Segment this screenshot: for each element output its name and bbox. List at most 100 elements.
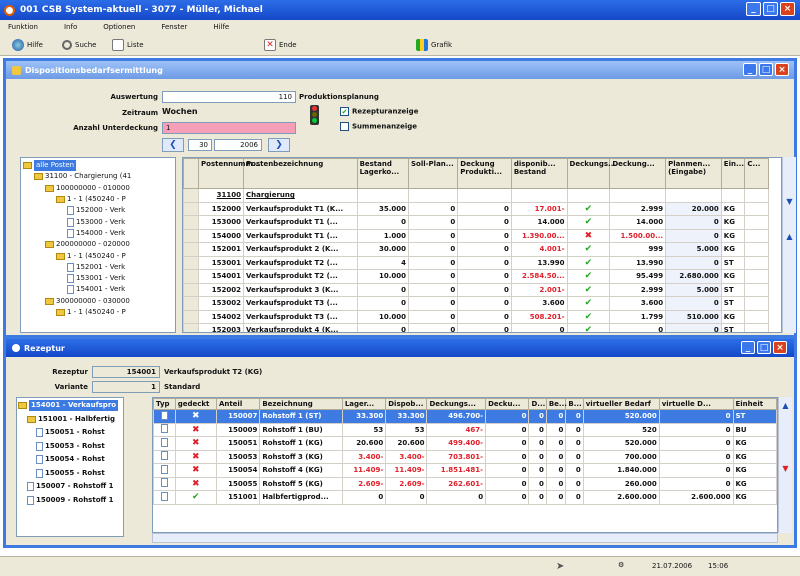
tree-node[interactable]: 150055 - Rohst xyxy=(18,467,122,481)
column-header[interactable]: Soll-Plan... xyxy=(407,158,459,189)
table-row[interactable]: 154001 Verkaufsprodukt T2 (... 10.000 0 0 2.5… xyxy=(183,269,769,284)
summenanzeige-option[interactable]: Summenanzeige xyxy=(340,122,417,131)
rezeptur-hscrollbar[interactable] xyxy=(152,533,778,543)
table-row[interactable]: 152002 Verkaufsprodukt 3 (K... 0 0 0 2.001- ✔ 2… xyxy=(183,282,769,297)
tree-node[interactable]: 154001 - Verkaufspro xyxy=(18,399,122,413)
column-header[interactable]: Ein... xyxy=(720,158,746,189)
panel-minimize-button[interactable]: _ xyxy=(743,63,757,76)
exit-button[interactable]: ✕ Ende xyxy=(264,38,297,51)
tree-node[interactable]: 150009 - Rohstoff 1 xyxy=(18,494,122,508)
column-header[interactable]: virtueller Bedarf xyxy=(582,398,660,410)
cell-plan-input[interactable]: 0 xyxy=(665,215,722,230)
panel-maximize-button[interactable]: □ xyxy=(759,63,773,76)
next-week-button[interactable]: ❯ xyxy=(268,138,290,152)
column-header[interactable]: gedeckt xyxy=(174,398,217,410)
tree-node[interactable]: 1 - 1 (450240 - P xyxy=(23,307,173,318)
table-row[interactable]: 154000 Verkaufsprodukt T1 (... 1.000 0 0 1.39… xyxy=(183,228,769,243)
row-header[interactable] xyxy=(183,269,199,284)
tree-node[interactable]: 152000 - Verk xyxy=(23,205,173,216)
column-header[interactable]: Deckungs... xyxy=(566,158,616,189)
menu-item[interactable]: Hilfe xyxy=(213,23,229,31)
tree-node[interactable]: 100000000 - 010000 xyxy=(23,183,173,194)
year-input[interactable]: 2006 xyxy=(214,139,262,151)
close-button[interactable]: × xyxy=(780,2,795,16)
column-header[interactable]: B... xyxy=(565,398,584,410)
table-row[interactable]: ✖ 150051 Rohstoff 1 (KG) 20.600 20.600 499.40… xyxy=(153,436,777,451)
column-header[interactable]: Be... xyxy=(545,398,567,410)
row-header[interactable] xyxy=(183,255,199,270)
maximize-button[interactable]: □ xyxy=(763,2,778,16)
column-header[interactable]: disponib... Bestand xyxy=(510,158,568,189)
posten-scrollbar[interactable]: ▼ ▲ xyxy=(782,157,796,333)
row-header[interactable] xyxy=(183,296,199,311)
row-header[interactable] xyxy=(183,228,199,243)
auswertung-input[interactable]: 110 xyxy=(162,91,296,103)
menu-item[interactable]: Info xyxy=(64,23,77,31)
rezeptur-grid[interactable]: Typ gedeckt Anteil Bezeichnung Lager... Dispo… xyxy=(152,397,778,533)
cell-plan-input[interactable]: 0 xyxy=(665,296,722,311)
posten-grid[interactable]: Postennumm... Postenbezeichnung Bestand La… xyxy=(182,157,782,333)
menu-item[interactable]: Fenster xyxy=(161,23,187,31)
table-row[interactable]: ✖ 150009 Rohstoff 1 (BU) 53 53 467- 0 0 0 0 520 0 BU xyxy=(153,422,777,437)
tree-node[interactable]: 150054 - Rohst xyxy=(18,453,122,467)
column-header[interactable]: Typ xyxy=(153,398,176,410)
tree-node[interactable]: 152001 - Verk xyxy=(23,262,173,273)
tree-node[interactable]: 153001 - Verk xyxy=(23,273,173,284)
column-header[interactable]: Anteil xyxy=(215,398,261,410)
table-row[interactable]: ✖ 150055 Rohstoff 5 (KG) 2.609- 2.609- 262.60… xyxy=(153,476,777,491)
table-row[interactable]: 154002 Verkaufsprodukt T3 (... 10.000 0 0 508… xyxy=(183,309,769,324)
cell-plan-input[interactable]: 0 xyxy=(665,255,722,270)
rezepturanzeige-option[interactable]: ✔ Rezepturanzeige xyxy=(340,107,418,116)
table-row[interactable]: ✔ 151001 Halbfertigprod... 0 0 0 0 0 0 0 2.600.000… xyxy=(153,490,777,505)
cell-plan-input[interactable]: 510.000 xyxy=(665,309,722,324)
tree-node[interactable]: 150051 - Rohst xyxy=(18,426,122,440)
rezeptur-scroll-top-icon[interactable]: ▲ xyxy=(779,401,792,410)
column-header[interactable]: Planmen... (Eingabe) xyxy=(665,158,722,189)
row-header[interactable] xyxy=(183,323,199,332)
week-input[interactable]: 30 xyxy=(188,139,212,151)
table-row[interactable]: ✖ 150053 Rohstoff 3 (KG) 3.400- 3.400- 703.80… xyxy=(153,449,777,464)
column-header[interactable]: C... xyxy=(744,158,769,189)
row-header[interactable] xyxy=(183,282,199,297)
rezeptur-scrollbar[interactable]: ▲ ▼ xyxy=(778,397,792,533)
tree-node[interactable]: 153000 - Verk xyxy=(23,216,173,227)
tree-node[interactable]: 154000 - Verk xyxy=(23,228,173,239)
table-row[interactable]: ✖ 150054 Rohstoff 4 (KG) 11.409- 11.409- 1.85… xyxy=(153,463,777,478)
rezeptur-minimize-button[interactable]: _ xyxy=(741,341,755,354)
rezeptur-input[interactable]: 154001 xyxy=(92,366,160,378)
column-header[interactable]: Dispob... xyxy=(385,398,428,410)
tree-node[interactable]: 151001 - Halbfertig xyxy=(18,413,122,427)
tree-node[interactable]: 200000000 - 020000 xyxy=(23,239,173,250)
column-header[interactable]: Bestand Lagerko... xyxy=(356,158,409,189)
tree-node[interactable]: 154001 - Verk xyxy=(23,284,173,295)
column-header[interactable]: Deckungs... xyxy=(426,398,487,410)
cell-plan-input[interactable]: 5.000 xyxy=(665,242,722,257)
table-row[interactable]: 153000 Verkaufsprodukt T1 (... 0 0 0 14.000 ✔ 1… xyxy=(183,215,769,230)
cell-plan-input[interactable]: 5.000 xyxy=(665,282,722,297)
tree-node[interactable]: 1 - 1 (450240 - P xyxy=(23,194,173,205)
posten-tree[interactable]: alle Posten 31100 - Chargierung (41 100000… xyxy=(20,157,176,333)
menu-item[interactable]: Optionen xyxy=(103,23,135,31)
table-row[interactable]: 152001 Verkaufsprodukt 2 (K... 30.000 0 0 4.0… xyxy=(183,242,769,257)
rezeptur-maximize-button[interactable]: □ xyxy=(757,341,771,354)
list-button[interactable]: Liste xyxy=(112,38,144,51)
scroll-down-icon[interactable]: ▼ xyxy=(783,197,796,206)
column-header[interactable]: Postennumm... xyxy=(198,158,261,189)
menu-item[interactable]: Funktion xyxy=(8,23,38,31)
column-header[interactable]: Deckung Produkti... xyxy=(457,158,512,189)
table-row[interactable]: 153002 Verkaufsprodukt T3 (... 0 0 0 3.600 ✔ 3.… xyxy=(183,296,769,311)
column-header[interactable]: Einheit xyxy=(732,398,777,410)
cell-plan-input[interactable]: 2.680.000 xyxy=(665,269,722,284)
chart-button[interactable]: Grafik xyxy=(416,38,452,51)
cell-plan-input[interactable]: 0 xyxy=(665,228,722,243)
rezeptur-tree[interactable]: 154001 - Verkaufspro 151001 - Halbfertig 1… xyxy=(16,397,124,537)
row-header[interactable] xyxy=(183,242,199,257)
help-button[interactable]: Hilfe xyxy=(12,38,43,51)
row-header[interactable] xyxy=(183,201,199,216)
tree-node[interactable]: 150007 - Rohstoff 1 xyxy=(18,480,122,494)
rezepturanzeige-checkbox[interactable]: ✔ xyxy=(340,107,349,116)
tree-node[interactable]: 1 - 1 (450240 - P xyxy=(23,250,173,261)
column-header[interactable]: Postenbezeichnung xyxy=(243,158,358,189)
tree-node[interactable]: 31100 - Chargierung (41 xyxy=(23,171,173,182)
search-button[interactable]: Suche xyxy=(62,39,96,50)
